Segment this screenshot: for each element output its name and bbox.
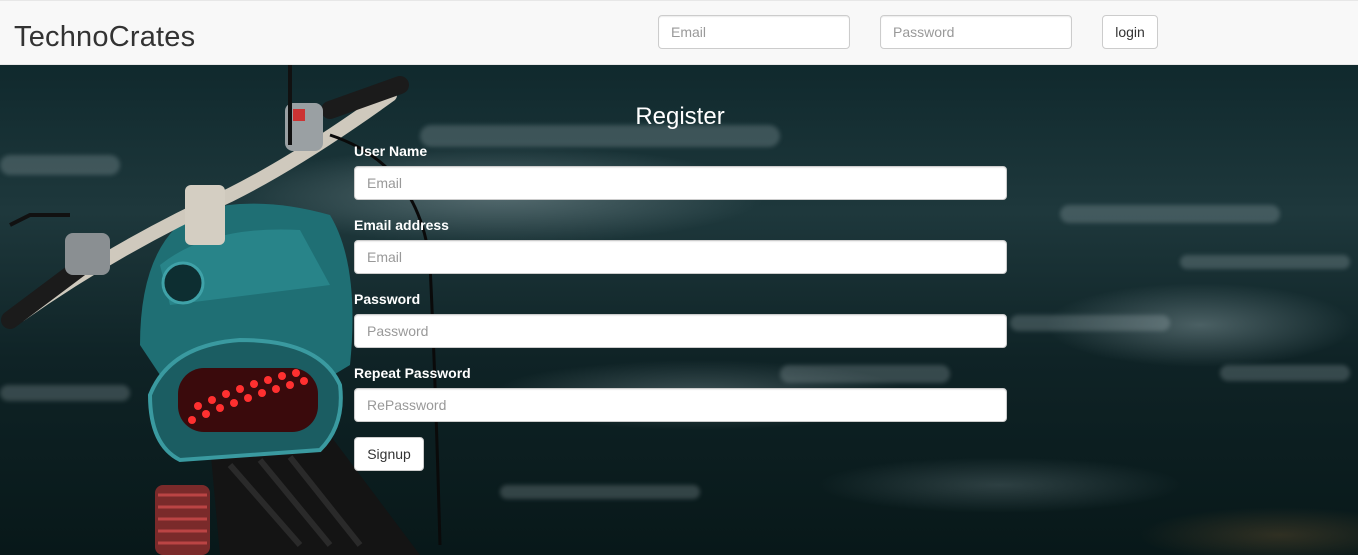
repeat-password-input[interactable] (354, 388, 1007, 422)
motorcycle-image (1, 65, 442, 555)
email-label: Email address (354, 217, 449, 233)
login-button[interactable]: login (1102, 15, 1158, 49)
email-input[interactable] (354, 240, 1007, 274)
repeat-password-label: Repeat Password (354, 365, 471, 381)
brand-logo[interactable]: TechnoCrates (14, 20, 195, 54)
hero-background (0, 65, 1358, 555)
nav-email-input[interactable] (658, 15, 850, 49)
username-label: User Name (354, 143, 428, 159)
username-input[interactable] (354, 166, 1007, 200)
nav-password-input[interactable] (880, 15, 1072, 49)
password-label: Password (354, 291, 421, 307)
password-input[interactable] (354, 314, 1007, 348)
signup-button[interactable]: Signup (354, 437, 424, 471)
navbar: TechnoCrates login (0, 0, 1358, 65)
register-title: Register (635, 103, 725, 130)
